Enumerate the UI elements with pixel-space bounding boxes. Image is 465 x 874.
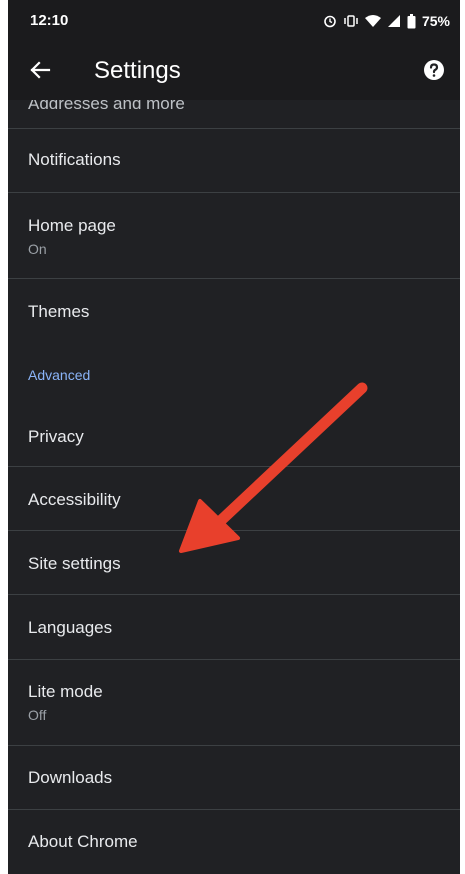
settings-item-accessibility[interactable]: Accessibility	[8, 467, 460, 531]
status-icons: 75%	[323, 10, 450, 32]
settings-item-label: About Chrome	[28, 832, 138, 851]
settings-item-home-page[interactable]: Home page On	[8, 193, 460, 279]
app-bar: Settings	[8, 44, 460, 100]
back-button[interactable]	[22, 54, 58, 90]
settings-item-label: Downloads	[28, 768, 113, 787]
settings-item-themes[interactable]: Themes	[8, 279, 460, 345]
arrow-back-icon	[29, 59, 51, 86]
settings-item-value: Off	[28, 707, 47, 723]
settings-item-label: Privacy	[28, 427, 84, 446]
settings-item-label: Themes	[28, 302, 90, 321]
settings-item-downloads[interactable]: Downloads	[8, 746, 460, 810]
settings-item-notifications[interactable]: Notifications	[8, 129, 460, 193]
settings-item-site-settings[interactable]: Site settings	[8, 531, 460, 595]
settings-item-label: Site settings	[28, 554, 121, 573]
status-bar: 12:10 75%	[8, 0, 460, 44]
settings-item-label: Lite mode	[28, 682, 103, 701]
wifi-icon	[364, 14, 381, 28]
settings-item-label: Languages	[28, 618, 113, 637]
settings-item-lite-mode[interactable]: Lite mode Off	[8, 660, 460, 746]
alarm-icon	[323, 14, 337, 28]
list-item-cut-off[interactable]: Addresses and more	[8, 100, 460, 128]
settings-item-value: On	[28, 241, 47, 257]
page-title: Settings	[94, 57, 181, 84]
battery-icon	[407, 13, 416, 29]
settings-screen: 12:10 75% Settings Addresses and more No…	[8, 0, 460, 874]
help-button[interactable]	[420, 58, 448, 86]
settings-item-label: Accessibility	[28, 490, 121, 509]
settings-item-label: Notifications	[28, 150, 121, 169]
battery-percent: 75%	[421, 13, 450, 29]
status-time: 12:10	[30, 12, 69, 29]
vibrate-icon	[343, 14, 359, 28]
settings-item-label: Home page	[28, 216, 116, 235]
settings-item-about-chrome[interactable]: About Chrome	[8, 810, 460, 874]
settings-item-languages[interactable]: Languages	[8, 595, 460, 660]
help-icon	[423, 59, 445, 86]
list-item-label: Addresses and more	[28, 100, 185, 113]
signal-icon	[387, 14, 401, 28]
section-header-advanced: Advanced	[28, 367, 91, 383]
settings-item-privacy[interactable]: Privacy	[8, 402, 460, 467]
